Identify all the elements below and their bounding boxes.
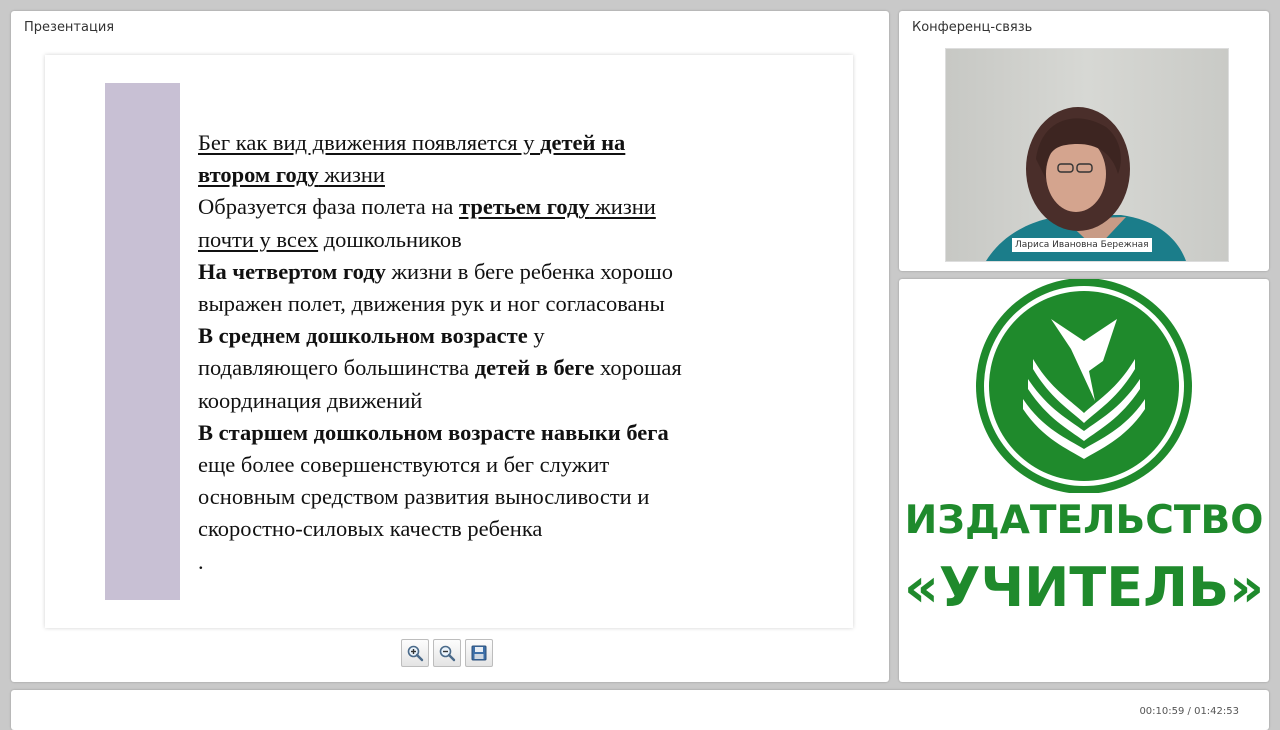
slide-text-segment: дошкольников xyxy=(318,226,462,252)
publisher-panel: ИЗДАТЕЛЬСТВО «УЧИТЕЛЬ» xyxy=(899,278,1269,682)
presentation-slide: Бег как вид движения появляется у детей … xyxy=(45,55,853,628)
slide-text-segment: подавляющего большинства xyxy=(198,355,475,381)
slide-text-segment: еще более совершенствуются и бег служит xyxy=(198,452,610,478)
slide-text-segment: у xyxy=(527,323,545,349)
zoom-out-icon xyxy=(439,645,456,662)
slide-text-segment: В среднем дошкольном возрасте xyxy=(198,323,528,349)
slide-line: координация движений xyxy=(198,385,818,417)
zoom-out-button[interactable] xyxy=(433,639,461,667)
slide-text-segment: детей в беге xyxy=(474,355,595,381)
slide-text-segment: жизни xyxy=(318,162,385,188)
zoom-in-icon xyxy=(407,645,424,662)
slide-text-segment: детей на xyxy=(540,130,626,155)
playback-time: 00:10:59 / 01:42:53 xyxy=(1139,706,1239,717)
publisher-emblem xyxy=(973,278,1195,498)
book-logo-icon xyxy=(976,278,1192,494)
conference-panel-title: Конференц-связь xyxy=(912,20,1033,35)
slide-text-segment: выражен полет, движения рук и ног соглас… xyxy=(198,291,665,317)
slide-line: еще более совершенствуются и бег служит xyxy=(198,449,818,481)
slide-line: подавляющего большинства детей в беге хо… xyxy=(198,352,818,384)
slide-line: Образуется фаза полета на третьем году ж… xyxy=(198,191,818,223)
participant-name-label: Лариса Ивановна Бережная xyxy=(1012,238,1152,252)
player-bar: 00:10:59 / 01:42:53 xyxy=(11,690,1269,730)
slide-text-segment: хорошая xyxy=(594,355,682,381)
slide-text-segment: жизни xyxy=(589,194,656,220)
presentation-panel: Презентация Бег как вид движения появляе… xyxy=(11,11,889,682)
slide-line: На четвертом году жизни в беге ребенка х… xyxy=(198,256,818,288)
slide-text-segment: почти у всех xyxy=(198,226,319,252)
slide-text-segment: В старшем дошкольном возрасте навыки бег… xyxy=(198,419,669,445)
slide-text-segment: Образуется фаза полета на xyxy=(198,194,460,220)
slide-line: В старшем дошкольном возрасте навыки бег… xyxy=(198,417,818,449)
slide-line: В среднем дошкольном возрасте у xyxy=(198,320,818,352)
slide-text: Бег как вид движения появляется у детей … xyxy=(198,127,818,578)
slide-text-segment: . xyxy=(198,548,204,574)
slide-line: выражен полет, движения рук и ног соглас… xyxy=(198,288,818,320)
slide-line: скоростно-силовых качеств ребенка xyxy=(198,513,818,545)
slide-text-segment: На четвертом году xyxy=(198,258,386,284)
slide-line: основным средством развития выносливости… xyxy=(198,481,818,513)
publisher-line-2: «УЧИТЕЛЬ» xyxy=(904,556,1264,619)
zoom-in-button[interactable] xyxy=(401,639,429,667)
publisher-line-1: ИЗДАТЕЛЬСТВО xyxy=(904,498,1264,543)
slide-text-segment: жизни в беге ребенка хорошо xyxy=(385,258,673,284)
slide-text-segment: скоростно-силовых качеств ребенка xyxy=(198,516,543,542)
conference-panel: Конференц-связь Лариса Ивановна Бережная xyxy=(899,11,1269,271)
slide-line: втором году жизни xyxy=(198,159,818,191)
slide-line: почти у всех дошкольников xyxy=(198,224,818,256)
slide-text-segment: Бег как вид движения появляется у xyxy=(198,130,541,155)
slide-text-segment: третьем году xyxy=(459,194,590,220)
slide-text-segment: втором году xyxy=(198,162,319,188)
participant-video[interactable]: Лариса Ивановна Бережная xyxy=(945,48,1229,262)
presentation-panel-title: Презентация xyxy=(24,20,115,35)
slide-text-segment: координация движений xyxy=(198,387,423,413)
participant-figure xyxy=(986,107,1186,261)
save-icon xyxy=(471,645,487,661)
slide-line: Бег как вид движения появляется у детей … xyxy=(198,127,818,159)
slide-line: . xyxy=(198,546,818,578)
slide-decorative-bar xyxy=(105,83,180,600)
save-button[interactable] xyxy=(465,639,493,667)
slide-text-segment: основным средством развития выносливости… xyxy=(198,484,650,510)
presentation-toolbar xyxy=(401,639,493,667)
